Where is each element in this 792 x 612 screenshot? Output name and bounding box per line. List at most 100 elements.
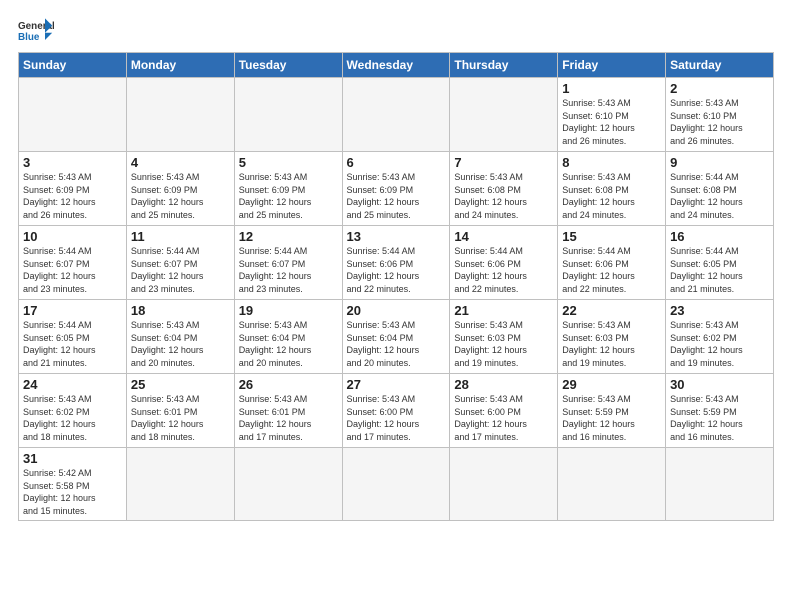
weekday-header-row: SundayMondayTuesdayWednesdayThursdayFrid… bbox=[19, 53, 774, 78]
day-info: Sunrise: 5:44 AM Sunset: 6:06 PM Dayligh… bbox=[454, 245, 553, 295]
day-info: Sunrise: 5:43 AM Sunset: 6:08 PM Dayligh… bbox=[562, 171, 661, 221]
day-info: Sunrise: 5:43 AM Sunset: 6:04 PM Dayligh… bbox=[239, 319, 338, 369]
day-number: 14 bbox=[454, 229, 553, 244]
day-info: Sunrise: 5:43 AM Sunset: 5:59 PM Dayligh… bbox=[562, 393, 661, 443]
calendar-cell: 1Sunrise: 5:43 AM Sunset: 6:10 PM Daylig… bbox=[558, 78, 666, 152]
svg-text:Blue: Blue bbox=[18, 32, 40, 43]
day-info: Sunrise: 5:43 AM Sunset: 6:08 PM Dayligh… bbox=[454, 171, 553, 221]
day-number: 8 bbox=[562, 155, 661, 170]
calendar-cell: 27Sunrise: 5:43 AM Sunset: 6:00 PM Dayli… bbox=[342, 374, 450, 448]
weekday-header-wednesday: Wednesday bbox=[342, 53, 450, 78]
calendar-cell: 4Sunrise: 5:43 AM Sunset: 6:09 PM Daylig… bbox=[126, 152, 234, 226]
day-info: Sunrise: 5:44 AM Sunset: 6:06 PM Dayligh… bbox=[347, 245, 446, 295]
calendar-cell: 2Sunrise: 5:43 AM Sunset: 6:10 PM Daylig… bbox=[666, 78, 774, 152]
day-number: 16 bbox=[670, 229, 769, 244]
day-info: Sunrise: 5:43 AM Sunset: 6:01 PM Dayligh… bbox=[131, 393, 230, 443]
page: General Blue SundayMondayTuesdayWednesda… bbox=[0, 0, 792, 531]
day-number: 24 bbox=[23, 377, 122, 392]
day-info: Sunrise: 5:43 AM Sunset: 5:59 PM Dayligh… bbox=[670, 393, 769, 443]
day-number: 20 bbox=[347, 303, 446, 318]
day-info: Sunrise: 5:44 AM Sunset: 6:06 PM Dayligh… bbox=[562, 245, 661, 295]
calendar-cell: 26Sunrise: 5:43 AM Sunset: 6:01 PM Dayli… bbox=[234, 374, 342, 448]
day-info: Sunrise: 5:43 AM Sunset: 6:01 PM Dayligh… bbox=[239, 393, 338, 443]
day-info: Sunrise: 5:43 AM Sunset: 6:03 PM Dayligh… bbox=[454, 319, 553, 369]
day-info: Sunrise: 5:43 AM Sunset: 6:04 PM Dayligh… bbox=[347, 319, 446, 369]
week-row-1: 3Sunrise: 5:43 AM Sunset: 6:09 PM Daylig… bbox=[19, 152, 774, 226]
day-info: Sunrise: 5:42 AM Sunset: 5:58 PM Dayligh… bbox=[23, 467, 122, 517]
day-number: 26 bbox=[239, 377, 338, 392]
calendar-cell: 5Sunrise: 5:43 AM Sunset: 6:09 PM Daylig… bbox=[234, 152, 342, 226]
calendar-cell bbox=[19, 78, 127, 152]
weekday-header-tuesday: Tuesday bbox=[234, 53, 342, 78]
day-number: 11 bbox=[131, 229, 230, 244]
day-number: 22 bbox=[562, 303, 661, 318]
logo: General Blue bbox=[18, 16, 54, 46]
calendar-cell: 10Sunrise: 5:44 AM Sunset: 6:07 PM Dayli… bbox=[19, 226, 127, 300]
day-number: 15 bbox=[562, 229, 661, 244]
week-row-0: 1Sunrise: 5:43 AM Sunset: 6:10 PM Daylig… bbox=[19, 78, 774, 152]
calendar-cell: 23Sunrise: 5:43 AM Sunset: 6:02 PM Dayli… bbox=[666, 300, 774, 374]
day-info: Sunrise: 5:43 AM Sunset: 6:00 PM Dayligh… bbox=[454, 393, 553, 443]
day-number: 4 bbox=[131, 155, 230, 170]
day-info: Sunrise: 5:43 AM Sunset: 6:09 PM Dayligh… bbox=[239, 171, 338, 221]
week-row-3: 17Sunrise: 5:44 AM Sunset: 6:05 PM Dayli… bbox=[19, 300, 774, 374]
calendar-cell: 17Sunrise: 5:44 AM Sunset: 6:05 PM Dayli… bbox=[19, 300, 127, 374]
calendar-cell: 20Sunrise: 5:43 AM Sunset: 6:04 PM Dayli… bbox=[342, 300, 450, 374]
header: General Blue bbox=[18, 16, 774, 46]
day-number: 6 bbox=[347, 155, 446, 170]
calendar-cell: 7Sunrise: 5:43 AM Sunset: 6:08 PM Daylig… bbox=[450, 152, 558, 226]
weekday-header-thursday: Thursday bbox=[450, 53, 558, 78]
day-info: Sunrise: 5:43 AM Sunset: 6:02 PM Dayligh… bbox=[670, 319, 769, 369]
calendar-cell: 6Sunrise: 5:43 AM Sunset: 6:09 PM Daylig… bbox=[342, 152, 450, 226]
day-number: 19 bbox=[239, 303, 338, 318]
calendar-cell: 12Sunrise: 5:44 AM Sunset: 6:07 PM Dayli… bbox=[234, 226, 342, 300]
calendar-cell: 22Sunrise: 5:43 AM Sunset: 6:03 PM Dayli… bbox=[558, 300, 666, 374]
day-info: Sunrise: 5:44 AM Sunset: 6:05 PM Dayligh… bbox=[670, 245, 769, 295]
day-info: Sunrise: 5:43 AM Sunset: 6:02 PM Dayligh… bbox=[23, 393, 122, 443]
calendar-cell bbox=[450, 448, 558, 521]
week-row-4: 24Sunrise: 5:43 AM Sunset: 6:02 PM Dayli… bbox=[19, 374, 774, 448]
day-info: Sunrise: 5:43 AM Sunset: 6:10 PM Dayligh… bbox=[670, 97, 769, 147]
calendar-cell bbox=[234, 448, 342, 521]
calendar-cell: 16Sunrise: 5:44 AM Sunset: 6:05 PM Dayli… bbox=[666, 226, 774, 300]
day-number: 2 bbox=[670, 81, 769, 96]
day-info: Sunrise: 5:43 AM Sunset: 6:09 PM Dayligh… bbox=[347, 171, 446, 221]
calendar-cell: 25Sunrise: 5:43 AM Sunset: 6:01 PM Dayli… bbox=[126, 374, 234, 448]
day-number: 25 bbox=[131, 377, 230, 392]
day-info: Sunrise: 5:43 AM Sunset: 6:03 PM Dayligh… bbox=[562, 319, 661, 369]
calendar-cell bbox=[558, 448, 666, 521]
calendar-cell: 24Sunrise: 5:43 AM Sunset: 6:02 PM Dayli… bbox=[19, 374, 127, 448]
day-info: Sunrise: 5:43 AM Sunset: 6:00 PM Dayligh… bbox=[347, 393, 446, 443]
calendar-cell: 21Sunrise: 5:43 AM Sunset: 6:03 PM Dayli… bbox=[450, 300, 558, 374]
weekday-header-sunday: Sunday bbox=[19, 53, 127, 78]
calendar-cell bbox=[234, 78, 342, 152]
calendar-cell: 15Sunrise: 5:44 AM Sunset: 6:06 PM Dayli… bbox=[558, 226, 666, 300]
calendar-cell bbox=[126, 448, 234, 521]
day-number: 27 bbox=[347, 377, 446, 392]
calendar-cell: 18Sunrise: 5:43 AM Sunset: 6:04 PM Dayli… bbox=[126, 300, 234, 374]
day-number: 10 bbox=[23, 229, 122, 244]
calendar-cell: 31Sunrise: 5:42 AM Sunset: 5:58 PM Dayli… bbox=[19, 448, 127, 521]
day-number: 31 bbox=[23, 451, 122, 466]
day-number: 5 bbox=[239, 155, 338, 170]
day-info: Sunrise: 5:44 AM Sunset: 6:07 PM Dayligh… bbox=[23, 245, 122, 295]
day-info: Sunrise: 5:43 AM Sunset: 6:10 PM Dayligh… bbox=[562, 97, 661, 147]
day-info: Sunrise: 5:44 AM Sunset: 6:05 PM Dayligh… bbox=[23, 319, 122, 369]
calendar-cell bbox=[666, 448, 774, 521]
day-info: Sunrise: 5:44 AM Sunset: 6:07 PM Dayligh… bbox=[239, 245, 338, 295]
day-info: Sunrise: 5:44 AM Sunset: 6:07 PM Dayligh… bbox=[131, 245, 230, 295]
day-info: Sunrise: 5:43 AM Sunset: 6:04 PM Dayligh… bbox=[131, 319, 230, 369]
day-number: 29 bbox=[562, 377, 661, 392]
calendar-cell: 14Sunrise: 5:44 AM Sunset: 6:06 PM Dayli… bbox=[450, 226, 558, 300]
weekday-header-monday: Monday bbox=[126, 53, 234, 78]
calendar-cell: 28Sunrise: 5:43 AM Sunset: 6:00 PM Dayli… bbox=[450, 374, 558, 448]
day-number: 13 bbox=[347, 229, 446, 244]
calendar-cell bbox=[126, 78, 234, 152]
day-number: 3 bbox=[23, 155, 122, 170]
calendar-cell: 3Sunrise: 5:43 AM Sunset: 6:09 PM Daylig… bbox=[19, 152, 127, 226]
calendar-cell: 29Sunrise: 5:43 AM Sunset: 5:59 PM Dayli… bbox=[558, 374, 666, 448]
day-number: 21 bbox=[454, 303, 553, 318]
calendar-cell: 11Sunrise: 5:44 AM Sunset: 6:07 PM Dayli… bbox=[126, 226, 234, 300]
day-info: Sunrise: 5:43 AM Sunset: 6:09 PM Dayligh… bbox=[23, 171, 122, 221]
weekday-header-saturday: Saturday bbox=[666, 53, 774, 78]
